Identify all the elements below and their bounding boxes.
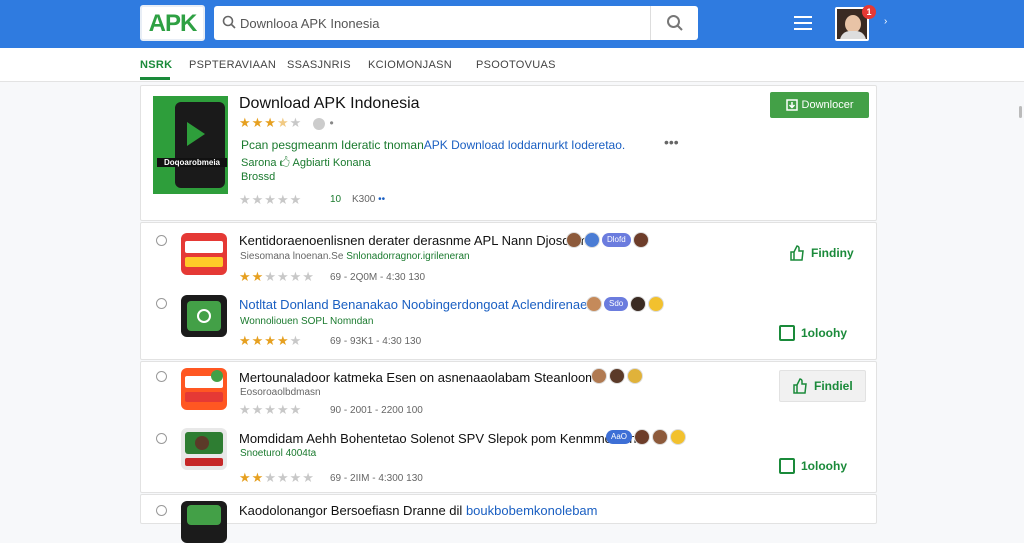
select-radio[interactable] <box>156 298 167 309</box>
search-icon <box>222 15 236 29</box>
tab-kciomonjasn[interactable]: KCIOMONJASN <box>368 59 452 71</box>
featured-app-title[interactable]: Download APK Indonesia <box>239 95 420 113</box>
select-radio[interactable] <box>156 433 167 444</box>
featured-rating: ★★★★★ • <box>239 115 335 130</box>
app-title[interactable]: Mertounaladoor katmeka Esen on asnenaaol… <box>239 370 596 385</box>
tab-psptera[interactable]: PSPTERAVIAAN <box>189 59 276 71</box>
app-rating: ★★★★★★ <box>239 269 315 284</box>
app-meta: 69 - 2Q0M - 4:30 130 <box>330 272 426 283</box>
featured-app-thumbnail[interactable]: Doqoarobmeia <box>153 96 228 194</box>
select-radio[interactable] <box>156 505 167 516</box>
featured-size: K300 •• <box>352 194 386 205</box>
app-meta: 90 - 2001 - 2200 100 <box>330 405 423 416</box>
app-meta: 69 - 93K1 - 4:30 130 <box>330 336 422 347</box>
featured-category[interactable]: Brossd <box>241 171 275 183</box>
app-rating: ★★★★★ <box>239 402 303 417</box>
more-options-icon[interactable]: ••• <box>664 134 679 150</box>
tab-psootovuas[interactable]: PSOOTOVUAS <box>476 59 556 71</box>
thumbnail-caption: Doqoarobmeia <box>157 158 227 167</box>
scrollbar-thumb[interactable] <box>1019 106 1022 118</box>
tab-nsrk[interactable]: NSRK <box>140 59 172 71</box>
download-box-icon <box>779 325 795 341</box>
reviewer-avatars: Dlofd <box>566 232 649 248</box>
featured-description: Pcan pesgmeanm Ideratic tnomanAPK Downlo… <box>241 138 626 152</box>
app-rating: ★★★★★ <box>239 333 303 348</box>
reviewer-avatars: AaO <box>606 429 687 445</box>
search-input[interactable] <box>240 12 640 34</box>
notification-badge: 1 <box>862 5 876 19</box>
app-icon[interactable] <box>181 295 227 337</box>
app-subtitle: Eosoroaolbdmasn <box>240 387 321 398</box>
search-icon <box>666 15 683 31</box>
app-list-card: Mertounaladoor katmeka Esen on asnenaaol… <box>140 361 877 493</box>
app-icon[interactable] <box>181 501 227 543</box>
select-radio[interactable] <box>156 371 167 382</box>
app-list-card: Kaodolonangor Bersoefiasn Dranne dil bou… <box>140 494 877 543</box>
app-meta: 69 - 2IIM - 4:300 130 <box>330 473 423 484</box>
reviewer-avatars <box>591 368 643 384</box>
featured-count: 10 <box>330 194 342 205</box>
app-action-button[interactable]: Findiel <box>779 370 866 402</box>
download-button[interactable]: Downlocer <box>770 92 869 118</box>
thumbs-up-icon <box>790 245 804 261</box>
app-action-button[interactable]: 1oloohy <box>779 450 847 482</box>
download-box-icon <box>779 458 795 474</box>
play-icon <box>187 122 205 146</box>
app-icon[interactable] <box>181 233 227 275</box>
app-subtitle: Wonnoliouen SOPL Nomndan <box>240 316 374 327</box>
apk-logo[interactable]: APK <box>140 5 205 41</box>
download-icon <box>785 99 798 111</box>
app-icon[interactable] <box>181 428 227 470</box>
top-bar: APK 1 › <box>0 0 1024 48</box>
app-list-card: Kentidoraenoenlisnen derater derasnme AP… <box>140 222 877 360</box>
featured-app-card[interactable]: Doqoarobmeia Download APK Indonesia ★★★★… <box>140 85 877 221</box>
tab-bar: NSRK PSPTERAVIAAN SSASJNRIS KCIOMONJASN … <box>0 48 1024 118</box>
select-radio[interactable] <box>156 235 167 246</box>
caret-right-icon[interactable]: › <box>884 16 887 27</box>
tab-ssasjnris[interactable]: SSASJNRIS <box>287 59 351 71</box>
active-tab-indicator <box>140 77 170 80</box>
app-subtitle: Snoeturol 4004ta <box>240 448 317 459</box>
featured-rating-secondary: ★★★★★ <box>239 192 303 207</box>
app-title[interactable]: Momdidam Aehh Bohentetao Solenot SPV Sle… <box>239 431 636 446</box>
app-title[interactable]: Kaodolonangor Bersoefiasn Dranne dil bou… <box>239 503 598 518</box>
reviewer-avatars: Sdo <box>586 296 665 312</box>
app-rating: ★★★★★★ <box>239 470 315 485</box>
app-icon[interactable] <box>181 368 227 410</box>
app-subtitle: Siesomana lnoenan.Se Snlonadorragnor.igr… <box>240 251 470 262</box>
menu-icon[interactable] <box>794 16 812 30</box>
app-action-button[interactable]: Findiny <box>789 237 854 269</box>
thumbs-up-icon <box>793 378 807 394</box>
app-action-button[interactable]: 1oloohy <box>779 317 847 349</box>
app-title[interactable]: Notltat Donland Benanakao Noobingerdongo… <box>239 297 587 312</box>
search-bar[interactable] <box>214 6 698 40</box>
search-button[interactable] <box>650 6 698 40</box>
app-title[interactable]: Kentidoraenoenlisnen derater derasnme AP… <box>239 233 595 248</box>
